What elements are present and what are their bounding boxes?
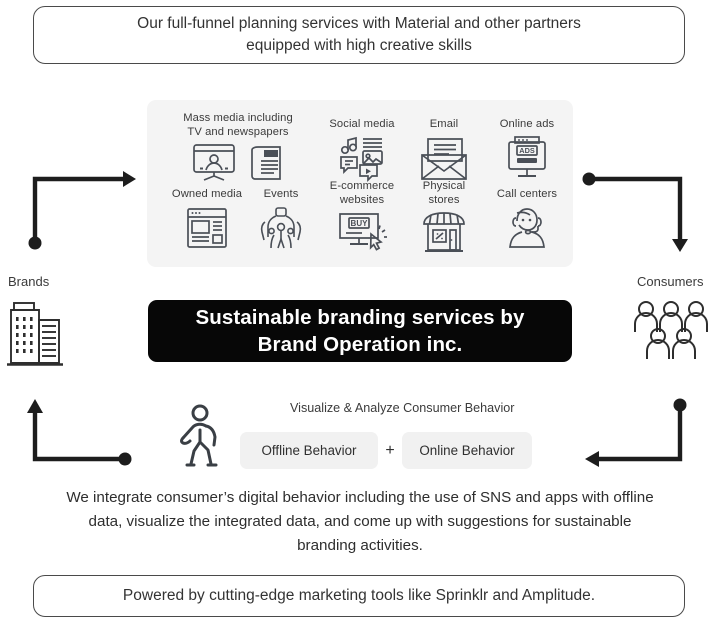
headset-agent-icon — [477, 205, 577, 249]
tv-icon — [191, 142, 237, 187]
top-headline-banner: Our full-funnel planning services with M… — [33, 6, 685, 64]
svg-text:ADS: ADS — [519, 146, 535, 155]
online-behavior-chip[interactable]: Online Behavior — [402, 432, 532, 469]
walking-person-icon — [176, 404, 228, 473]
social-media-icon — [312, 135, 412, 183]
behavior-section-title: Visualize & Analyze Consumer Behavior — [290, 401, 515, 415]
channel-label-social-media: Social media — [329, 118, 395, 130]
arrow-consumers-to-behavior — [585, 398, 687, 467]
top-headline-line2: equipped with high creative skills — [246, 37, 472, 54]
arrow-behavior-to-brands — [27, 399, 132, 466]
newspaper-icon — [246, 142, 286, 187]
top-headline-line1: Our full-funnel planning services with M… — [137, 14, 581, 32]
arrow-channels-to-consumers — [582, 172, 688, 252]
people-group-icon — [633, 300, 709, 367]
channel-item-online-ads: Online ads ADS — [477, 118, 577, 183]
channel-item-mass-media: Mass media including TV and newspapers — [162, 112, 314, 187]
envelope-icon — [399, 135, 489, 183]
office-buildings-icon — [6, 299, 64, 374]
channel-item-email: Email — [399, 118, 489, 183]
storefront-icon — [399, 210, 489, 254]
consumers-label: Consumers — [637, 274, 704, 289]
online-ads-monitor-icon: ADS — [477, 135, 577, 183]
behavior-chip-group: Offline Behavior + Online Behavior — [240, 432, 532, 469]
channel-item-call-centers: Call centers — [477, 188, 577, 249]
channel-item-owned-media: Owned media — [162, 188, 252, 251]
summary-line1: We integrate consumer’s digital behavior… — [66, 489, 541, 506]
plus-sign: + — [385, 441, 395, 459]
channel-label-mass-media: Mass media including TV and newspapers — [183, 112, 293, 138]
center-banner-line1: Sustainable branding services by — [195, 305, 525, 329]
arrow-brands-to-channels — [28, 171, 136, 250]
channel-label-owned-media: Owned media — [171, 188, 243, 200]
bottom-tools-banner: Powered by cutting-edge marketing tools … — [33, 575, 685, 617]
marketing-channels-panel: Mass media including TV and newspapers S… — [147, 100, 573, 267]
channel-item-physical-stores: Physical stores — [399, 180, 489, 254]
offline-behavior-chip[interactable]: Offline Behavior — [240, 432, 378, 469]
infographic-canvas: Our full-funnel planning services with M… — [0, 0, 720, 621]
brands-label: Brands — [8, 274, 50, 289]
bottom-banner-text: Powered by cutting-edge marketing tools … — [122, 587, 596, 604]
channel-label-online-ads: Online ads — [499, 118, 555, 130]
channel-item-ecommerce-websites: E-commerce websites BUY — [312, 180, 412, 254]
center-banner-line2: Brand Operation inc. — [257, 333, 463, 356]
channel-label-ecommerce-websites: E-commerce websites — [329, 180, 395, 206]
channel-item-events: Events — [247, 188, 315, 251]
summary-paragraph: We integrate consumer’s digital behavior… — [60, 486, 660, 558]
channel-label-call-centers: Call centers — [496, 188, 558, 200]
center-service-banner: Sustainable branding services by Brand O… — [148, 300, 572, 362]
channel-label-email: Email — [429, 118, 459, 130]
channel-label-events: Events — [263, 188, 299, 200]
svg-text:BUY: BUY — [351, 219, 369, 228]
channel-item-social-media: Social media — [312, 118, 412, 183]
channel-label-physical-stores: Physical stores — [422, 180, 466, 206]
events-crowd-icon — [247, 205, 315, 251]
ecommerce-buy-monitor-icon: BUY — [312, 210, 412, 254]
website-layout-icon — [162, 205, 252, 251]
